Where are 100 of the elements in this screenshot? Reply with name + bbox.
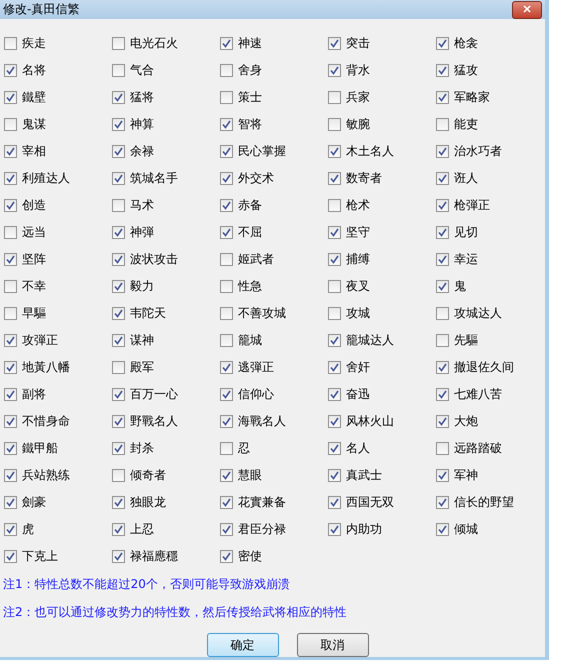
checkbox[interactable] <box>436 226 449 239</box>
checkbox[interactable] <box>328 361 341 374</box>
checkbox[interactable] <box>436 361 449 374</box>
checkbox[interactable] <box>220 145 233 158</box>
checkbox[interactable] <box>220 415 233 428</box>
checkbox[interactable] <box>220 91 233 104</box>
checkbox[interactable] <box>328 199 341 212</box>
checkbox[interactable] <box>328 37 341 50</box>
checkbox[interactable] <box>328 64 341 77</box>
checkbox[interactable] <box>220 442 233 455</box>
checkbox[interactable] <box>220 118 233 131</box>
checkbox[interactable] <box>4 37 17 50</box>
checkbox[interactable] <box>436 91 449 104</box>
checkbox[interactable] <box>112 172 125 185</box>
checkbox[interactable] <box>4 523 17 536</box>
checkbox[interactable] <box>112 307 125 320</box>
checkbox[interactable] <box>4 253 17 266</box>
checkbox[interactable] <box>112 361 125 374</box>
checkbox[interactable] <box>328 172 341 185</box>
checkbox[interactable] <box>328 442 341 455</box>
checkbox[interactable] <box>4 334 17 347</box>
checkbox[interactable] <box>4 388 17 401</box>
checkbox[interactable] <box>436 469 449 482</box>
checkbox[interactable] <box>112 523 125 536</box>
checkbox[interactable] <box>436 496 449 509</box>
checkbox[interactable] <box>4 442 17 455</box>
checkbox[interactable] <box>112 37 125 50</box>
cancel-button[interactable]: 取消 <box>296 633 368 657</box>
checkbox[interactable] <box>220 199 233 212</box>
checkbox[interactable] <box>436 334 449 347</box>
checkbox[interactable] <box>112 253 125 266</box>
checkbox[interactable] <box>220 550 233 563</box>
checkbox[interactable] <box>112 118 125 131</box>
checkbox[interactable] <box>328 226 341 239</box>
checkbox[interactable] <box>436 388 449 401</box>
checkbox[interactable] <box>112 388 125 401</box>
checkbox[interactable] <box>328 334 341 347</box>
checkbox[interactable] <box>112 64 125 77</box>
checkbox[interactable] <box>328 388 341 401</box>
checkbox[interactable] <box>220 307 233 320</box>
checkbox[interactable] <box>220 496 233 509</box>
checkbox[interactable] <box>436 172 449 185</box>
checkbox[interactable] <box>328 307 341 320</box>
checkbox[interactable] <box>328 145 341 158</box>
checkbox[interactable] <box>112 280 125 293</box>
checkbox[interactable] <box>436 118 449 131</box>
checkbox[interactable] <box>220 172 233 185</box>
checkbox[interactable] <box>328 469 341 482</box>
close-button[interactable]: ✕ <box>512 0 542 18</box>
checkbox[interactable] <box>436 280 449 293</box>
checkbox[interactable] <box>220 523 233 536</box>
ok-button[interactable]: 确定 <box>206 633 278 657</box>
checkbox[interactable] <box>4 415 17 428</box>
checkbox[interactable] <box>436 199 449 212</box>
checkbox[interactable] <box>436 64 449 77</box>
checkbox[interactable] <box>4 91 17 104</box>
checkbox[interactable] <box>220 469 233 482</box>
checkbox[interactable] <box>112 550 125 563</box>
checkbox[interactable] <box>328 415 341 428</box>
checkbox[interactable] <box>112 415 125 428</box>
checkbox[interactable] <box>436 37 449 50</box>
checkbox[interactable] <box>328 253 341 266</box>
checkbox[interactable] <box>220 361 233 374</box>
checkbox[interactable] <box>436 523 449 536</box>
checkbox[interactable] <box>220 388 233 401</box>
checkbox[interactable] <box>220 37 233 50</box>
checkbox[interactable] <box>436 307 449 320</box>
checkbox[interactable] <box>112 145 125 158</box>
checkbox[interactable] <box>4 361 17 374</box>
checkbox[interactable] <box>4 172 17 185</box>
checkbox[interactable] <box>328 496 341 509</box>
checkbox[interactable] <box>112 469 125 482</box>
checkbox[interactable] <box>4 280 17 293</box>
checkbox[interactable] <box>112 91 125 104</box>
checkbox[interactable] <box>328 523 341 536</box>
checkbox[interactable] <box>436 145 449 158</box>
checkbox[interactable] <box>436 253 449 266</box>
checkbox[interactable] <box>220 334 233 347</box>
checkbox[interactable] <box>220 226 233 239</box>
checkbox[interactable] <box>112 226 125 239</box>
checkbox[interactable] <box>328 280 341 293</box>
checkbox[interactable] <box>4 64 17 77</box>
checkbox[interactable] <box>436 442 449 455</box>
checkbox[interactable] <box>4 469 17 482</box>
checkbox[interactable] <box>4 199 17 212</box>
checkbox[interactable] <box>112 199 125 212</box>
checkbox[interactable] <box>4 550 17 563</box>
checkbox[interactable] <box>112 442 125 455</box>
checkbox[interactable] <box>4 307 17 320</box>
checkbox[interactable] <box>112 496 125 509</box>
checkbox[interactable] <box>220 64 233 77</box>
checkbox[interactable] <box>4 145 17 158</box>
checkbox[interactable] <box>328 118 341 131</box>
checkbox[interactable] <box>328 91 341 104</box>
checkbox[interactable] <box>112 334 125 347</box>
checkbox[interactable] <box>4 496 17 509</box>
checkbox[interactable] <box>4 118 17 131</box>
checkbox[interactable] <box>220 280 233 293</box>
checkbox[interactable] <box>220 253 233 266</box>
checkbox[interactable] <box>4 226 17 239</box>
